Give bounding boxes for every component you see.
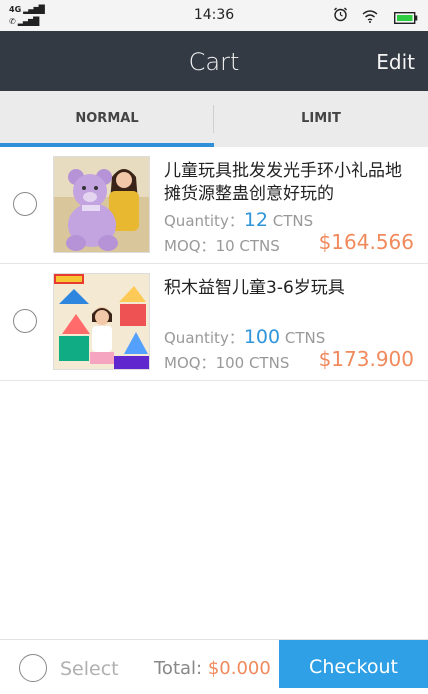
moq-label: MOQ： — [164, 237, 216, 255]
cart-item: 积木益智儿童3-6岁玩具 Quantity：100 CTNS MOQ：100 C… — [0, 264, 428, 381]
quantity-value[interactable]: 12 — [244, 209, 268, 231]
item-price: $164.566 — [318, 230, 414, 254]
checkout-button[interactable]: Checkout — [279, 640, 428, 688]
moq-line: MOQ：10 CTNS — [164, 235, 280, 256]
moq-value: 100 CTNS — [215, 354, 290, 372]
total-value: $0.000 — [207, 658, 271, 679]
quantity-value[interactable]: 100 — [244, 326, 280, 348]
moq-label: MOQ： — [164, 354, 216, 372]
wifi-icon — [362, 8, 378, 27]
total-label: Total: — [154, 658, 208, 679]
product-image-teddy-bear[interactable] — [53, 156, 150, 253]
item-title[interactable]: 积木益智儿童3-6岁玩具 — [164, 277, 404, 300]
edit-button[interactable]: Edit — [376, 50, 415, 74]
tab-bar: NORMAL LIMIT — [0, 91, 428, 147]
product-image-building-blocks[interactable] — [53, 273, 150, 370]
quantity-unit: CTNS — [280, 329, 326, 347]
item-select-radio[interactable] — [13, 309, 37, 333]
select-all-label[interactable]: Select — [60, 658, 119, 680]
quantity-unit: CTNS — [268, 212, 314, 230]
total-summary: Total: $0.000 — [154, 658, 271, 679]
tab-normal[interactable]: NORMAL — [0, 91, 214, 147]
alarm-clock-icon — [333, 7, 348, 26]
quantity-line: Quantity：12 CTNS — [164, 209, 313, 231]
status-bar: 4G ▂▄▆█ ✆ ▂▄▆█ 14:36 — [0, 0, 428, 31]
tab-limit[interactable]: LIMIT — [214, 91, 428, 147]
quantity-line: Quantity：100 CTNS — [164, 326, 325, 348]
moq-line: MOQ：100 CTNS — [164, 352, 289, 373]
quantity-label: Quantity： — [164, 212, 244, 230]
item-title[interactable]: 儿童玩具批发发光手环小礼品地摊货源整蛊创意好玩的 — [164, 160, 404, 206]
moq-value: 10 CTNS — [215, 237, 280, 255]
checkout-bar: Select Total: $0.000 Checkout — [0, 639, 428, 688]
select-all-radio[interactable] — [19, 654, 47, 682]
cart-item: 儿童玩具批发发光手环小礼品地摊货源整蛊创意好玩的 Quantity：12 CTN… — [0, 147, 428, 264]
item-price: $173.900 — [318, 347, 414, 371]
battery-icon — [393, 9, 418, 28]
item-select-radio[interactable] — [13, 192, 37, 216]
page-title: Cart — [188, 48, 240, 76]
nav-bar: Cart Edit — [0, 31, 428, 91]
quantity-label: Quantity： — [164, 329, 244, 347]
